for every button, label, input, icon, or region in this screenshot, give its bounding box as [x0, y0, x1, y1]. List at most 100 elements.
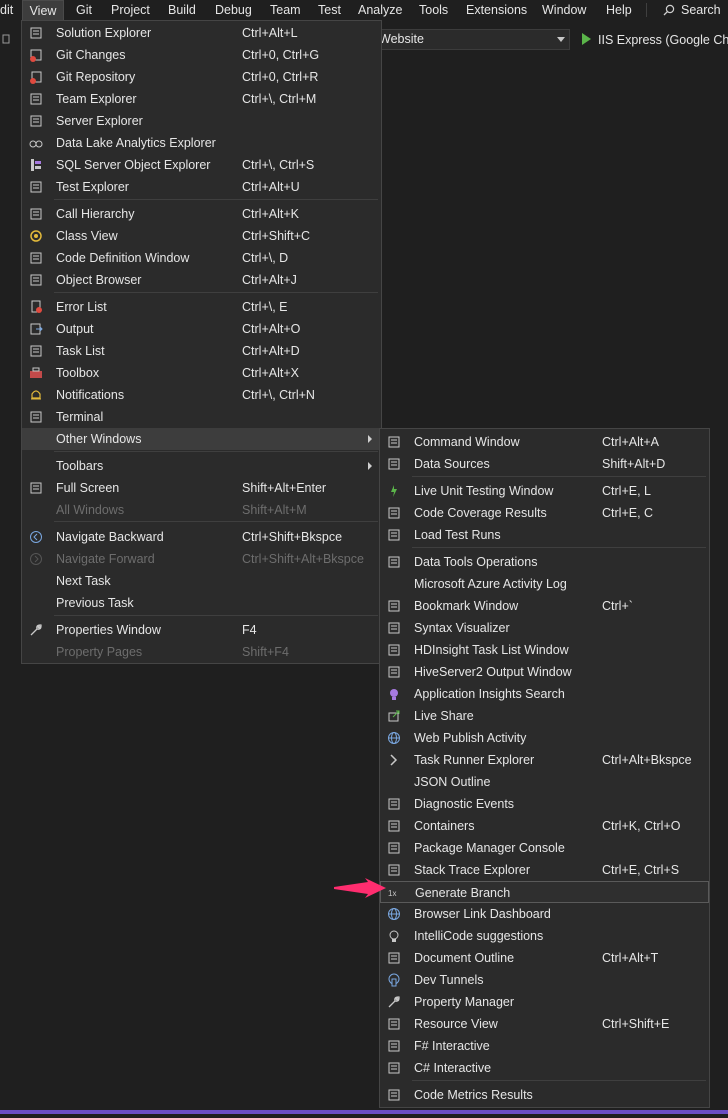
view-menu-item-navigate-backward[interactable]: Navigate Backward Ctrl+Shift+Bkspce	[22, 526, 381, 548]
hdinsight-icon	[388, 644, 400, 656]
view-menu-item-previous-task[interactable]: Previous Task	[22, 592, 381, 614]
other-windows-item-json-outline[interactable]: JSON Outline	[380, 771, 709, 793]
view-menu-item-server-explorer[interactable]: Server Explorer	[22, 110, 381, 132]
data-lake-icon	[29, 140, 43, 148]
menu-tools[interactable]: Tools	[419, 0, 448, 20]
view-menu-item-test-explorer[interactable]: Test Explorer Ctrl+Alt+U	[22, 176, 381, 198]
view-menu-item-next-task[interactable]: Next Task	[22, 570, 381, 592]
other-windows-item-property-manager[interactable]: Property Manager	[380, 991, 709, 1013]
other-windows-item-bookmark-window[interactable]: Bookmark Window Ctrl+`	[380, 595, 709, 617]
other-windows-item-document-outline[interactable]: Document Outline Ctrl+Alt+T	[380, 947, 709, 969]
other-windows-item-containers[interactable]: Containers Ctrl+K, Ctrl+O	[380, 815, 709, 837]
other-windows-item-intellicode-suggestions[interactable]: IntelliCode suggestions	[380, 925, 709, 947]
other-windows-item-generate-branch[interactable]: 1x Generate Branch	[380, 881, 709, 903]
menu-git[interactable]: Git	[76, 0, 92, 20]
menu-analyze[interactable]: Analyze	[358, 0, 402, 20]
other-windows-item-task-runner-explorer[interactable]: Task Runner Explorer Ctrl+Alt+Bkspce	[380, 749, 709, 771]
other-windows-item-f-interactive[interactable]: F# Interactive	[380, 1035, 709, 1057]
menu-item-label: Other Windows	[56, 432, 142, 446]
menu-edit[interactable]: dit	[0, 0, 20, 20]
other-windows-item-load-test-runs[interactable]: Load Test Runs	[380, 524, 709, 546]
other-windows-item-hiveserver2-output-window[interactable]: HiveServer2 Output Window	[380, 661, 709, 683]
other-windows-item-data-sources[interactable]: Data Sources Shift+Alt+D	[380, 453, 709, 475]
syntax-visualizer-icon	[388, 622, 400, 634]
search-box[interactable]: Search	[660, 0, 728, 20]
navigate-forward-icon	[30, 553, 42, 565]
other-windows-item-live-share[interactable]: Live Share	[380, 705, 709, 727]
view-menu-item-properties-window[interactable]: Properties Window F4	[22, 619, 381, 641]
menu-separator	[54, 292, 378, 293]
other-windows-item-package-manager-console[interactable]: Package Manager Console	[380, 837, 709, 859]
view-menu-item-solution-explorer[interactable]: Solution Explorer Ctrl+Alt+L	[22, 22, 381, 44]
menu-help[interactable]: Help	[606, 0, 632, 20]
menu-item-shortcut: F4	[242, 623, 257, 637]
other-windows-item-code-coverage-results[interactable]: Code Coverage Results Ctrl+E, C	[380, 502, 709, 524]
view-menu-item-call-hierarchy[interactable]: Call Hierarchy Ctrl+Alt+K	[22, 203, 381, 225]
view-menu-item-code-definition-window[interactable]: Code Definition Window Ctrl+\, D	[22, 247, 381, 269]
other-windows-item-web-publish-activity[interactable]: Web Publish Activity	[380, 727, 709, 749]
other-windows-item-data-tools-operations[interactable]: Data Tools Operations	[380, 551, 709, 573]
view-menu-item-class-view[interactable]: Class View Ctrl+Shift+C	[22, 225, 381, 247]
view-menu-item-task-list[interactable]: Task List Ctrl+Alt+D	[22, 340, 381, 362]
live-unit-testing-icon	[391, 485, 397, 497]
containers-icon	[388, 820, 400, 832]
view-menu-item-data-lake-analytics-explorer[interactable]: Data Lake Analytics Explorer	[22, 132, 381, 154]
other-windows-item-resource-view[interactable]: Resource View Ctrl+Shift+E	[380, 1013, 709, 1035]
menu-extensions[interactable]: Extensions	[466, 0, 527, 20]
view-menu-item-notifications[interactable]: Notifications Ctrl+\, Ctrl+N	[22, 384, 381, 406]
menu-separator	[412, 547, 706, 548]
menu-project[interactable]: Project	[111, 0, 150, 20]
other-windows-item-microsoft-azure-activity-log[interactable]: Microsoft Azure Activity Log	[380, 573, 709, 595]
menu-item-label: Team Explorer	[56, 92, 137, 106]
menu-view[interactable]: View	[22, 0, 64, 20]
view-menu-item-terminal[interactable]: Terminal	[22, 406, 381, 428]
other-windows-item-hdinsight-task-list-window[interactable]: HDInsight Task List Window	[380, 639, 709, 661]
view-menu-item-git-repository[interactable]: Git Repository Ctrl+0, Ctrl+R	[22, 66, 381, 88]
menu-debug[interactable]: Debug	[215, 0, 252, 20]
other-windows-item-browser-link-dashboard[interactable]: Browser Link Dashboard	[380, 903, 709, 925]
menu-item-label: Code Definition Window	[56, 251, 190, 265]
other-windows-item-command-window[interactable]: Command Window Ctrl+Alt+A	[380, 431, 709, 453]
run-target-label[interactable]: IIS Express (Google Chro	[598, 33, 728, 47]
view-menu-item-error-list[interactable]: Error List Ctrl+\, E	[22, 296, 381, 318]
other-windows-item-application-insights-search[interactable]: Application Insights Search	[380, 683, 709, 705]
view-menu-item-navigate-forward: Navigate Forward Ctrl+Shift+Alt+Bkspce	[22, 548, 381, 570]
menu-item-label: Class View	[56, 229, 118, 243]
view-menu-item-full-screen[interactable]: Full Screen Shift+Alt+Enter	[22, 477, 381, 499]
menu-item-shortcut: Ctrl+Alt+D	[242, 344, 300, 358]
view-menu-item-object-browser[interactable]: Object Browser Ctrl+Alt+J	[22, 269, 381, 291]
view-menu-item-toolbars[interactable]: Toolbars	[22, 455, 381, 477]
view-menu-item-team-explorer[interactable]: Team Explorer Ctrl+\, Ctrl+M	[22, 88, 381, 110]
startup-project-dropdown[interactable]: Website	[372, 29, 570, 50]
globe-icon	[388, 732, 400, 744]
view-menu-item-toolbox[interactable]: Toolbox Ctrl+Alt+X	[22, 362, 381, 384]
other-windows-item-live-unit-testing-window[interactable]: Live Unit Testing Window Ctrl+E, L	[380, 480, 709, 502]
menu-test[interactable]: Test	[318, 0, 341, 20]
view-menu-item-sql-server-object-explorer[interactable]: SQL Server Object Explorer Ctrl+\, Ctrl+S	[22, 154, 381, 176]
other-windows-item-diagnostic-events[interactable]: Diagnostic Events	[380, 793, 709, 815]
other-windows-item-c-interactive[interactable]: C# Interactive	[380, 1057, 709, 1079]
menu-item-label: IntelliCode suggestions	[414, 929, 544, 943]
wrench-icon	[388, 996, 400, 1008]
menu-item-label: HiveServer2 Output Window	[414, 665, 572, 679]
play-icon[interactable]	[582, 33, 591, 45]
view-menu-item-git-changes[interactable]: Git Changes Ctrl+0, Ctrl+G	[22, 44, 381, 66]
view-menu-item-output[interactable]: Output Ctrl+Alt+O	[22, 318, 381, 340]
other-windows-item-code-metrics-results[interactable]: Code Metrics Results	[380, 1084, 709, 1106]
menu-window[interactable]: Window	[542, 0, 586, 20]
menu-item-label: Web Publish Activity	[414, 731, 527, 745]
solution-explorer-icon	[30, 27, 42, 39]
view-menu-item-other-windows[interactable]: Other Windows	[22, 428, 381, 450]
menubar-divider	[646, 3, 647, 17]
navigate-backward-icon	[30, 531, 42, 543]
csharp-interactive-icon	[388, 1062, 400, 1074]
menu-item-label: Syntax Visualizer	[414, 621, 510, 635]
other-windows-item-dev-tunnels[interactable]: Dev Tunnels	[380, 969, 709, 991]
other-windows-item-syntax-visualizer[interactable]: Syntax Visualizer	[380, 617, 709, 639]
menu-team[interactable]: Team	[270, 0, 301, 20]
menu-build[interactable]: Build	[168, 0, 196, 20]
other-windows-item-stack-trace-explorer[interactable]: Stack Trace Explorer Ctrl+E, Ctrl+S	[380, 859, 709, 881]
menu-item-label: Output	[56, 322, 94, 336]
menu-item-shortcut: Shift+Alt+D	[602, 457, 666, 471]
package-manager-icon	[388, 842, 400, 854]
